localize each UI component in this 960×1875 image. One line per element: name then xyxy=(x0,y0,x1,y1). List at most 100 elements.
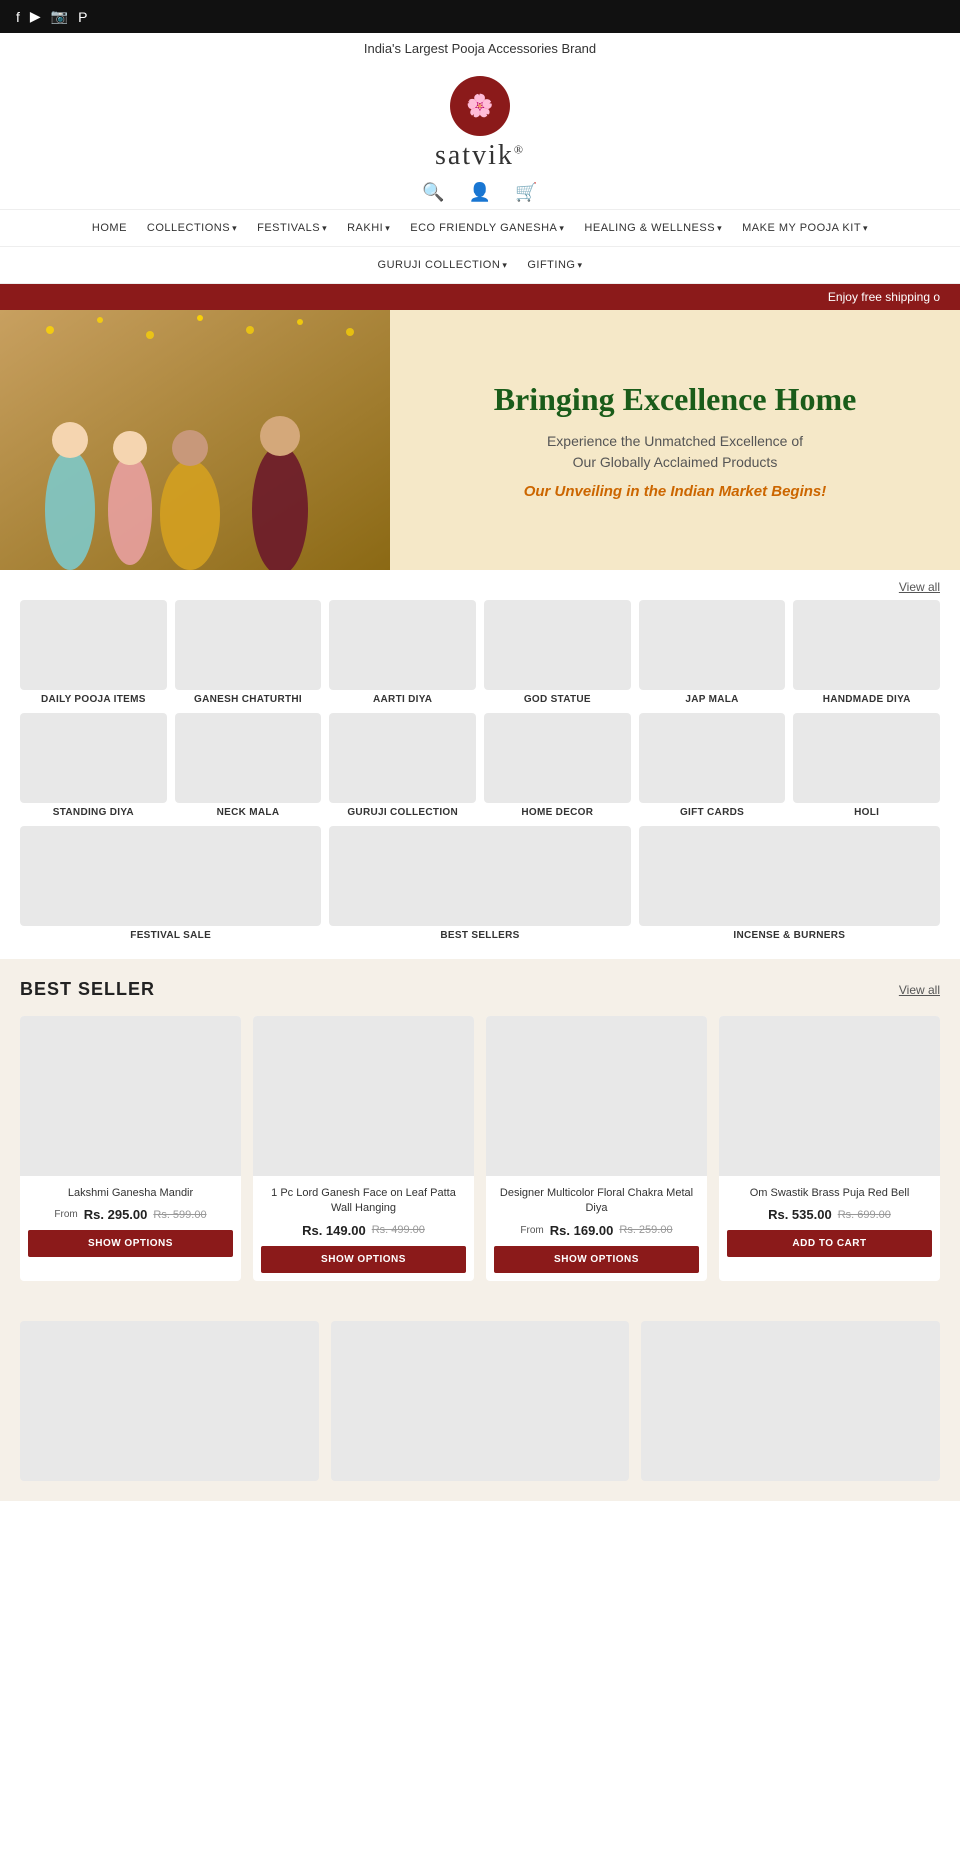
bottom-product-image-2 xyxy=(331,1321,630,1481)
chevron-down-icon: ▾ xyxy=(559,223,564,234)
product-info-3: Designer Multicolor Floral Chakra Metal … xyxy=(486,1176,707,1281)
sub-nav: GURUJI COLLECTION ▾ GIFTING ▾ xyxy=(0,247,960,284)
product-name-3: Designer Multicolor Floral Chakra Metal … xyxy=(494,1186,699,1217)
collection-best-sellers[interactable]: BEST SELLERS xyxy=(329,826,630,941)
collection-daily-pooja[interactable]: DAILY POOJA ITEMS xyxy=(20,600,167,705)
price-row-2: Rs. 149.00 Rs. 499.00 xyxy=(261,1223,466,1238)
product-name-2: 1 Pc Lord Ganesh Face on Leaf Patta Wall… xyxy=(261,1186,466,1217)
collection-label: Ganesh Chaturthi xyxy=(194,694,302,705)
youtube-icon[interactable]: ▶ xyxy=(30,8,41,25)
collection-ganesh-chaturthi[interactable]: Ganesh Chaturthi xyxy=(175,600,322,705)
product-name-1: Lakshmi Ganesha Mandir xyxy=(28,1186,233,1201)
collection-label: JAP MALA xyxy=(685,694,738,705)
collection-god-statue[interactable]: GOD STATUE xyxy=(484,600,631,705)
collection-thumb xyxy=(20,826,321,926)
top-bar: f ▶ 📷 P xyxy=(0,0,960,33)
best-seller-section: BEST SELLER View all Lakshmi Ganesha Man… xyxy=(0,959,960,1301)
collections-row-1: DAILY POOJA ITEMS Ganesh Chaturthi AARTI… xyxy=(20,600,940,705)
logo-icon[interactable]: 🌸 xyxy=(450,76,510,136)
logo-text[interactable]: satvik® xyxy=(0,140,960,172)
product-card-4: Om Swastik Brass Puja Red Bell Rs. 535.0… xyxy=(719,1016,940,1281)
collection-thumb xyxy=(329,826,630,926)
collection-label: GOD STATUE xyxy=(524,694,591,705)
hero-tagline: Our Unveiling in the Indian Market Begin… xyxy=(524,483,827,500)
collection-label: HOME DECOR xyxy=(521,807,593,818)
product-image-2 xyxy=(253,1016,474,1176)
section-title: BEST SELLER xyxy=(20,979,155,1000)
collection-aarti-diya[interactable]: AARTI DIYA xyxy=(329,600,476,705)
chevron-down-icon: ▾ xyxy=(322,223,327,234)
social-icons: f ▶ 📷 P xyxy=(16,8,87,25)
collection-thumb xyxy=(793,600,940,690)
utility-bar: 🔍 👤 🛒 xyxy=(0,176,960,210)
show-options-button-2[interactable]: SHOW OPTIONS xyxy=(261,1246,466,1273)
chevron-down-icon: ▾ xyxy=(863,223,868,234)
collection-handmade-diya[interactable]: HANDMADE DIYA xyxy=(793,600,940,705)
collection-jap-mala[interactable]: JAP MALA xyxy=(639,600,786,705)
search-icon[interactable]: 🔍 xyxy=(422,182,444,203)
best-seller-view-all[interactable]: View all xyxy=(899,983,940,997)
collections-view-all-row: View all xyxy=(0,570,960,600)
price-current-1: Rs. 295.00 xyxy=(84,1207,148,1222)
account-icon[interactable]: 👤 xyxy=(469,182,491,203)
chevron-down-icon: ▾ xyxy=(577,260,582,271)
price-current-4: Rs. 535.00 xyxy=(768,1207,832,1222)
collection-holi[interactable]: HOLI xyxy=(793,713,940,818)
show-options-button-3[interactable]: SHOW OPTIONS xyxy=(494,1246,699,1273)
pinterest-icon[interactable]: P xyxy=(78,9,87,25)
collection-label: INCENSE & BURNERS xyxy=(733,930,845,941)
hero-text-area: Bringing Excellence Home Experience the … xyxy=(390,310,960,570)
bottom-product-image-3 xyxy=(641,1321,940,1481)
hero-image xyxy=(0,310,390,570)
collection-label: GIFT CARDS xyxy=(680,807,744,818)
collection-label: HOLI xyxy=(854,807,879,818)
collection-thumb xyxy=(639,826,940,926)
show-options-button-1[interactable]: SHOW OPTIONS xyxy=(28,1230,233,1257)
price-current-3: Rs. 169.00 xyxy=(550,1223,614,1238)
cart-icon[interactable]: 🛒 xyxy=(515,182,537,203)
facebook-icon[interactable]: f xyxy=(16,9,20,25)
collection-guruji-collection[interactable]: GURUJI COLLECTION xyxy=(329,713,476,818)
nav-eco-ganesha[interactable]: ECO FRIENDLY GANESHA ▾ xyxy=(400,218,574,238)
nav-rakhi[interactable]: RAKHI ▾ xyxy=(337,218,400,238)
product-card-2: 1 Pc Lord Ganesh Face on Leaf Patta Wall… xyxy=(253,1016,474,1281)
product-grid-bottom xyxy=(20,1321,940,1481)
nav-guruji[interactable]: GURUJI COLLECTION ▾ xyxy=(368,255,518,275)
price-row-4: Rs. 535.00 Rs. 699.00 xyxy=(727,1207,932,1222)
price-row-1: From Rs. 295.00 Rs. 599.00 xyxy=(28,1207,233,1222)
collection-thumb xyxy=(20,600,167,690)
bottom-product-3 xyxy=(641,1321,940,1481)
bottom-product-2 xyxy=(331,1321,630,1481)
view-all-link[interactable]: View all xyxy=(899,580,940,594)
nav-pooja-kit[interactable]: MAKE MY POOJA KIT ▾ xyxy=(732,218,878,238)
section-header: BEST SELLER View all xyxy=(20,979,940,1000)
nav-collections[interactable]: COLLECTIONS ▾ xyxy=(137,218,247,238)
collection-thumb xyxy=(639,600,786,690)
price-original-1: Rs. 599.00 xyxy=(153,1209,206,1221)
collection-festival-sale[interactable]: FESTIVAL SALE xyxy=(20,826,321,941)
logo-area: 🌸 satvik® xyxy=(0,64,960,176)
collection-gift-cards[interactable]: GIFT CARDS xyxy=(639,713,786,818)
nav-home[interactable]: HOME xyxy=(82,218,137,238)
nav-gifting[interactable]: GIFTING ▾ xyxy=(517,255,592,275)
product-card-1: Lakshmi Ganesha Mandir From Rs. 295.00 R… xyxy=(20,1016,241,1281)
collection-home-decor[interactable]: HOME DECOR xyxy=(484,713,631,818)
collection-thumb xyxy=(484,713,631,803)
collection-standing-diya[interactable]: STANDING DIYA xyxy=(20,713,167,818)
price-original-4: Rs. 699.00 xyxy=(838,1209,891,1221)
collection-thumb xyxy=(175,600,322,690)
hero-heading: Bringing Excellence Home xyxy=(494,380,857,418)
announcement-bar: India's Largest Pooja Accessories Brand xyxy=(0,33,960,64)
collection-incense-burners[interactable]: INCENSE & BURNERS xyxy=(639,826,940,941)
collection-neck-mala[interactable]: Neck Mala xyxy=(175,713,322,818)
promo-text: Enjoy free shipping o xyxy=(828,290,940,304)
nav-festivals[interactable]: FESTIVALS ▾ xyxy=(247,218,337,238)
product-image-1 xyxy=(20,1016,241,1176)
add-to-cart-button-4[interactable]: ADD TO CART xyxy=(727,1230,932,1257)
announcement-text: India's Largest Pooja Accessories Brand xyxy=(364,41,596,56)
instagram-icon[interactable]: 📷 xyxy=(51,8,68,25)
collection-thumb xyxy=(639,713,786,803)
hero-people-image xyxy=(0,310,390,570)
nav-healing[interactable]: HEALING & WELLNESS ▾ xyxy=(574,218,732,238)
chevron-down-icon: ▾ xyxy=(502,260,507,271)
